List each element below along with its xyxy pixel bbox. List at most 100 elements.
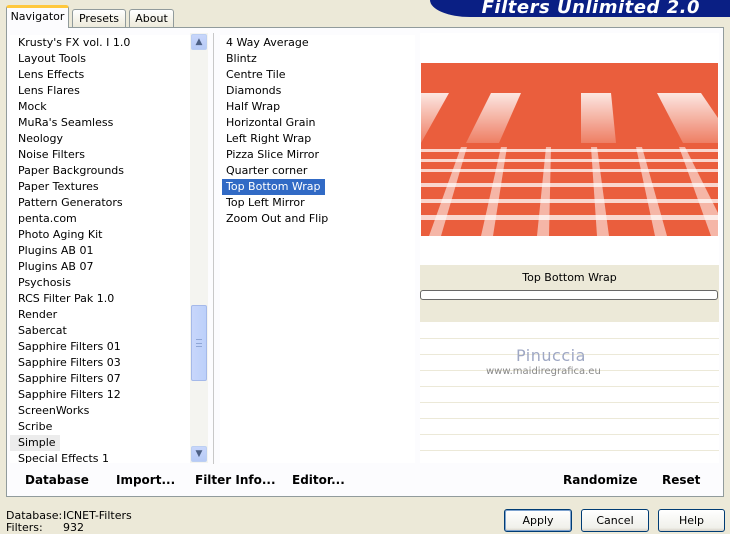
category-label: Psychosis (18, 276, 71, 289)
filter-label: Zoom Out and Flip (226, 212, 329, 225)
category-item[interactable]: Sapphire Filters 07 (10, 371, 190, 387)
filter-label: Top Bottom Wrap (222, 179, 325, 195)
help-button[interactable]: Help (658, 509, 725, 532)
reset-button[interactable]: Reset (662, 473, 700, 487)
category-label: Pattern Generators (18, 196, 123, 209)
filter-item[interactable]: Horizontal Grain (220, 115, 415, 131)
filter-label: Pizza Slice Mirror (226, 148, 320, 161)
category-item[interactable]: Simple (10, 435, 190, 451)
category-label: Krusty's FX vol. I 1.0 (18, 36, 131, 49)
filter-item[interactable]: Quarter corner (220, 163, 415, 179)
filters-count: 932 (63, 521, 84, 534)
category-item[interactable]: Paper Textures (10, 179, 190, 195)
filter-info-button[interactable]: Filter Info... (195, 473, 276, 487)
apply-button[interactable]: Apply (504, 509, 572, 532)
app-title: Filters Unlimited 2.0 (481, 0, 700, 18)
category-item[interactable]: Lens Effects (10, 67, 190, 83)
filter-label: Diamonds (226, 84, 282, 97)
tab-navigator[interactable]: Navigator (6, 5, 69, 28)
progress-bar (420, 290, 718, 300)
category-item[interactable]: Psychosis (10, 275, 190, 291)
category-label: Sapphire Filters 01 (18, 340, 121, 353)
filter-item[interactable]: 4 Way Average (220, 35, 415, 51)
category-label: MuRa's Seamless (18, 116, 114, 129)
category-label: Sapphire Filters 03 (18, 356, 121, 369)
tab-about[interactable]: About (129, 9, 174, 28)
category-label: Scribe (18, 420, 53, 433)
scroll-up-button[interactable]: ▲ (191, 34, 207, 50)
category-scrollbar[interactable]: ▲ ▼ (190, 33, 208, 463)
category-item[interactable]: Paper Backgrounds (10, 163, 190, 179)
cancel-button[interactable]: Cancel (581, 509, 649, 532)
left-action-bar: Database Import... Filter Info... Editor… (10, 464, 416, 490)
category-item[interactable]: MuRa's Seamless (10, 115, 190, 131)
editor-button[interactable]: Editor... (292, 473, 345, 487)
category-item[interactable]: Plugins AB 07 (10, 259, 190, 275)
category-item[interactable]: Pattern Generators (10, 195, 190, 211)
filter-label: Centre Tile (226, 68, 286, 81)
category-label: Render (18, 308, 58, 321)
filter-label: 4 Way Average (226, 36, 309, 49)
filter-label: Quarter corner (226, 164, 308, 177)
category-item[interactable]: ScreenWorks (10, 403, 190, 419)
filter-label: Horizontal Grain (226, 116, 316, 129)
tab-presets[interactable]: Presets (72, 9, 126, 28)
category-label: Layout Tools (18, 52, 86, 65)
database-button[interactable]: Database (25, 473, 89, 487)
category-label: Lens Effects (18, 68, 85, 81)
grip-icon (196, 339, 202, 347)
category-item[interactable]: Lens Flares (10, 83, 190, 99)
filter-label: Blintz (226, 52, 257, 65)
category-item[interactable]: penta.com (10, 211, 190, 227)
param-row-divider (420, 418, 719, 419)
scroll-down-button[interactable]: ▼ (191, 446, 207, 462)
category-item[interactable]: Neology (10, 131, 190, 147)
import-button[interactable]: Import... (116, 473, 175, 487)
category-label: Lens Flares (18, 84, 80, 97)
category-item[interactable]: Krusty's FX vol. I 1.0 (10, 35, 190, 51)
category-item[interactable]: RCS Filter Pak 1.0 (10, 291, 190, 307)
param-row-divider (420, 386, 719, 387)
filter-item[interactable]: Top Left Mirror (220, 195, 415, 211)
category-label: Neology (18, 132, 64, 145)
category-label: Mock (18, 100, 47, 113)
category-item[interactable]: Noise Filters (10, 147, 190, 163)
category-list[interactable]: Krusty's FX vol. I 1.0 Layout Tools Lens E… (10, 35, 190, 463)
category-item[interactable]: Layout Tools (10, 51, 190, 67)
category-item[interactable]: Plugins AB 01 (10, 243, 190, 259)
preview-filter-name: Top Bottom Wrap (522, 271, 617, 284)
preview-pattern (421, 93, 718, 236)
param-row-divider (420, 402, 719, 403)
parameter-area (420, 322, 719, 463)
category-label: Plugins AB 01 (18, 244, 94, 257)
category-item[interactable]: Scribe (10, 419, 190, 435)
watermark-site: www.maidiregrafica.eu (486, 366, 601, 377)
category-item[interactable]: Photo Aging Kit (10, 227, 190, 243)
filter-item[interactable]: Top Bottom Wrap (220, 179, 415, 195)
category-label: Plugins AB 07 (18, 260, 94, 273)
category-item[interactable]: Sapphire Filters 12 (10, 387, 190, 403)
randomize-button[interactable]: Randomize (563, 473, 637, 487)
filter-list[interactable]: 4 Way Average Blintz Centre Tile Diamonds Ha… (220, 35, 415, 463)
category-item[interactable]: Mock (10, 99, 190, 115)
filter-item[interactable]: Zoom Out and Flip (220, 211, 415, 227)
category-item[interactable]: Special Effects 1 (10, 451, 190, 463)
filter-item[interactable]: Half Wrap (220, 99, 415, 115)
category-label: Simple (10, 435, 60, 451)
category-item[interactable]: Render (10, 307, 190, 323)
filter-item[interactable]: Pizza Slice Mirror (220, 147, 415, 163)
filter-item[interactable]: Diamonds (220, 83, 415, 99)
category-label: ScreenWorks (18, 404, 90, 417)
param-row-divider (420, 338, 719, 339)
scroll-thumb[interactable] (191, 305, 207, 381)
right-action-bar: Randomize Reset (420, 464, 719, 490)
category-item[interactable]: Sapphire Filters 01 (10, 339, 190, 355)
category-item[interactable]: Sapphire Filters 03 (10, 355, 190, 371)
filter-item[interactable]: Left Right Wrap (220, 131, 415, 147)
filter-item[interactable]: Centre Tile (220, 67, 415, 83)
filter-label: Left Right Wrap (226, 132, 312, 145)
category-label: Paper Textures (18, 180, 99, 193)
filter-item[interactable]: Blintz (220, 51, 415, 67)
category-item[interactable]: Sabercat (10, 323, 190, 339)
watermark-name: Pinuccia (516, 346, 586, 365)
